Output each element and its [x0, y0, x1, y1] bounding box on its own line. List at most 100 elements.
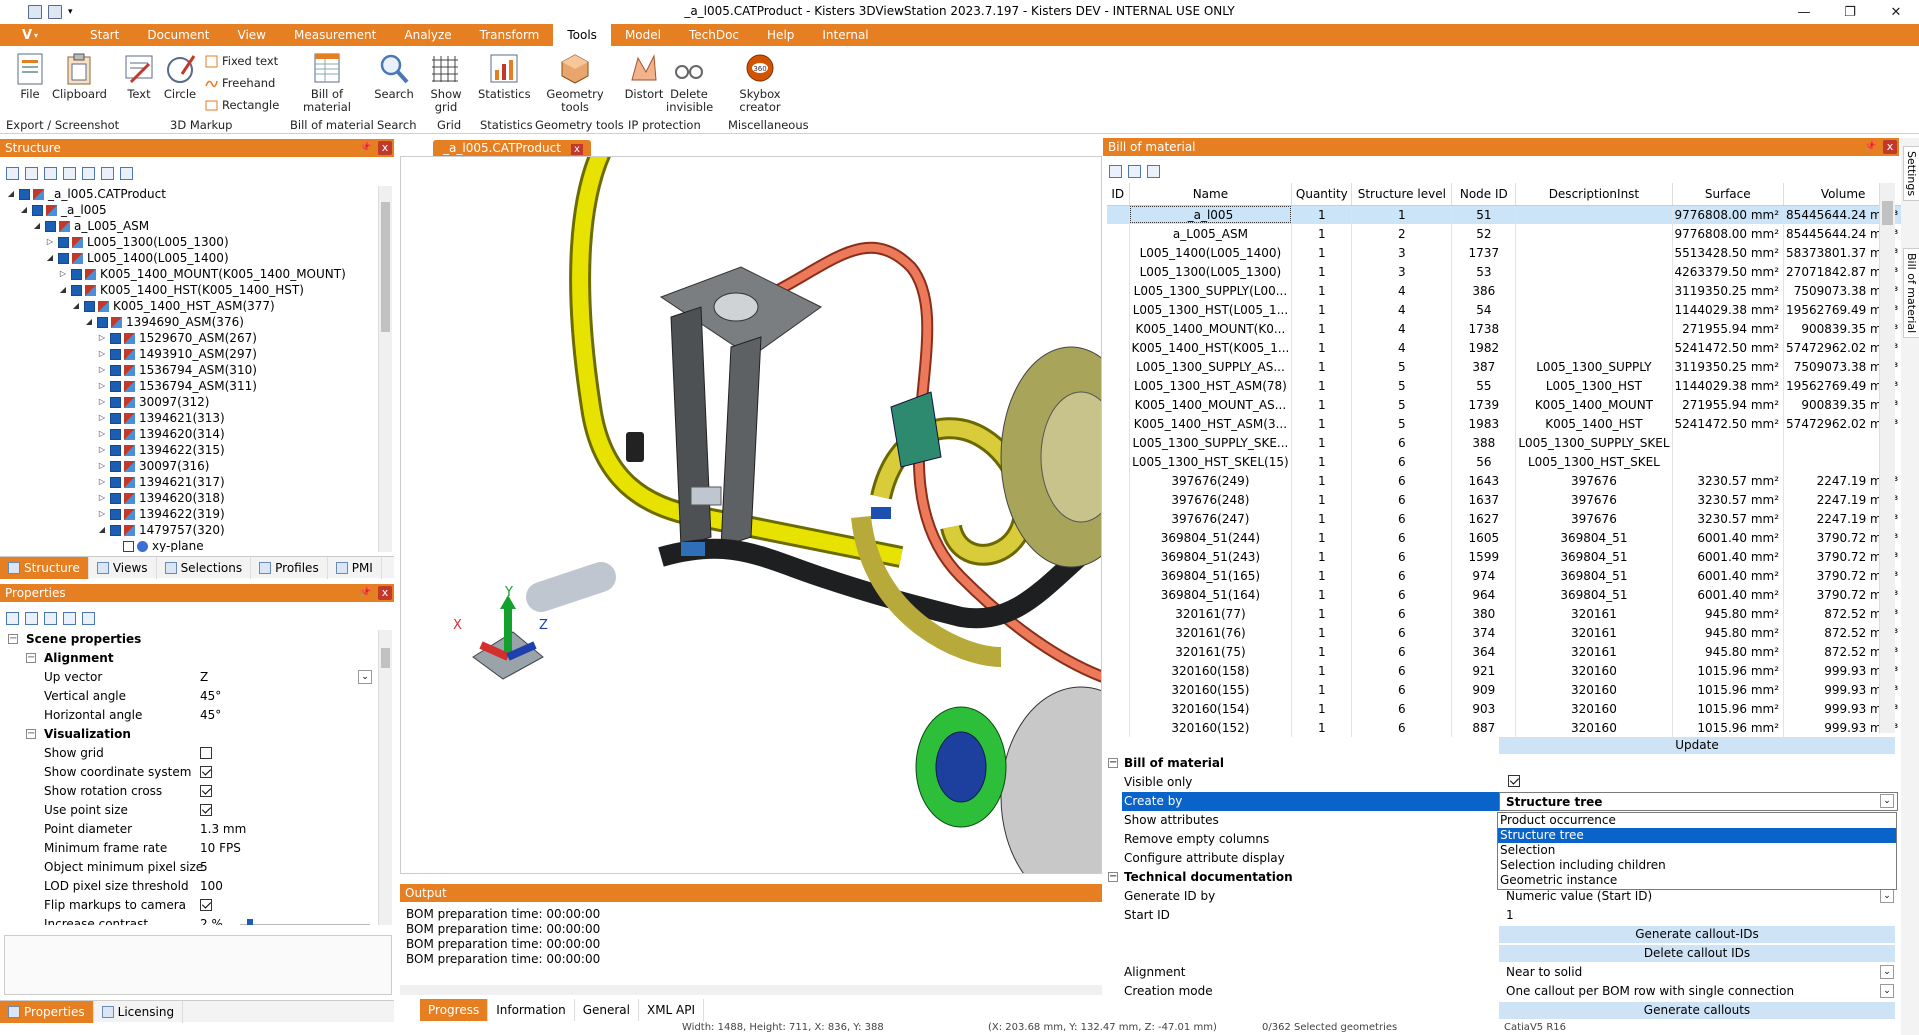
- minimize-button[interactable]: —: [1781, 0, 1827, 24]
- side-tab-settings[interactable]: Settings: [1903, 146, 1919, 202]
- tree-node[interactable]: ▷ 30097(316): [97, 458, 210, 474]
- bom-table-row[interactable]: L005_1300(L005_1300) 1 3 53 4263379.50 mm² 27…: [1107, 262, 1904, 281]
- collapse-section-icon[interactable]: −: [1108, 758, 1118, 768]
- dropdown-option-structure-tree[interactable]: Structure tree: [1498, 828, 1896, 843]
- bom-table-row[interactable]: K005_1400_MOUNT(K0... 1 4 1738 271955.94 mm²…: [1107, 319, 1904, 338]
- refresh-tree-icon[interactable]: [120, 166, 133, 180]
- bom-table-row[interactable]: 397676(249) 1 6 1643 397676 3230.57 mm² 2247.1…: [1107, 471, 1904, 490]
- output-tab-general[interactable]: General: [575, 999, 639, 1021]
- structure-tab-structure[interactable]: Structure: [0, 556, 89, 579]
- tree-node[interactable]: ▷ 1394620(314): [97, 426, 225, 442]
- search-button[interactable]: Search: [374, 52, 414, 101]
- expand-toggle-icon[interactable]: ▷: [97, 506, 107, 522]
- dropdown-option-geometric-instance[interactable]: Geometric instance: [1498, 873, 1896, 888]
- expand-toggle-icon[interactable]: ▷: [97, 378, 107, 394]
- menu-tab-document[interactable]: Document: [133, 24, 223, 46]
- property-checkbox[interactable]: [200, 785, 212, 797]
- output-tab-information[interactable]: Information: [488, 999, 575, 1021]
- collapse-section-icon[interactable]: −: [1108, 872, 1118, 882]
- property-value[interactable]: 45°: [200, 706, 221, 725]
- dropdown-option-selection[interactable]: Selection: [1498, 843, 1896, 858]
- expand-toggle-icon[interactable]: ▷: [97, 394, 107, 410]
- tree-node[interactable]: ▷ 1394622(315): [97, 442, 225, 458]
- visibility-checkbox[interactable]: [110, 444, 121, 456]
- dropdown-option-selection-including-children[interactable]: Selection including children: [1498, 858, 1896, 873]
- bom-table-row[interactable]: 320161(76) 1 6 374 320161 945.80 mm² 872.52 mm…: [1107, 623, 1904, 642]
- visibility-checkbox[interactable]: [71, 284, 82, 296]
- maximize-button[interactable]: ❐: [1827, 0, 1873, 24]
- bill-of-material-button[interactable]: Bill of material: [302, 52, 352, 114]
- visibility-checkbox[interactable]: [110, 428, 121, 440]
- property-checkbox-cell[interactable]: [200, 744, 212, 763]
- structure-tab-views[interactable]: Views: [89, 556, 157, 579]
- pin-icon[interactable]: 📌: [360, 139, 372, 157]
- text-markup-button[interactable]: Text: [122, 52, 156, 101]
- property-checkbox[interactable]: [200, 899, 212, 911]
- tree-node[interactable]: ▷ L005_1300(L005_1300): [45, 234, 229, 250]
- tree-node[interactable]: ▷ 1529670_ASM(267): [97, 330, 257, 346]
- visibility-checkbox[interactable]: [32, 204, 43, 216]
- properties-tab-properties[interactable]: Properties: [0, 1000, 94, 1023]
- tree-node[interactable]: ◢ a_L005_ASM: [32, 218, 149, 234]
- bom-table-row[interactable]: 397676(248) 1 6 1637 397676 3230.57 mm² 2247.1…: [1107, 490, 1904, 509]
- dropdown-arrow-icon[interactable]: ⌄: [1880, 965, 1894, 979]
- bom-table-row[interactable]: K005_1400_MOUNT_AS... 1 5 1739 K005_1400_MOU…: [1107, 395, 1904, 414]
- tree-node[interactable]: ▷ 1394621(317): [97, 474, 225, 490]
- menu-tab-internal[interactable]: Internal: [808, 24, 882, 46]
- skybox-creator-button[interactable]: 360 Skybox creator: [736, 52, 784, 114]
- distort-button[interactable]: Distort: [624, 52, 664, 101]
- expand-toggle-icon[interactable]: ▷: [97, 330, 107, 346]
- collapse-level-icon[interactable]: [63, 166, 76, 180]
- expand-level-icon[interactable]: [44, 166, 57, 180]
- document-tab[interactable]: _a_l005.CATProduct x: [433, 140, 591, 157]
- side-tab-bill-of-material[interactable]: Bill of material: [1903, 248, 1919, 339]
- visibility-checkbox[interactable]: [45, 220, 56, 232]
- expand-toggle-icon[interactable]: ◢: [45, 250, 55, 266]
- property-value[interactable]: 2 %: [200, 915, 223, 925]
- output-tab-progress[interactable]: Progress: [420, 999, 489, 1021]
- copy-properties-icon[interactable]: [44, 611, 57, 625]
- menu-tab-techdoc[interactable]: TechDoc: [675, 24, 753, 46]
- bom-table-row[interactable]: L005_1300_SUPPLY(L00... 1 4 386 3119350.25 m…: [1107, 281, 1904, 300]
- delete-callout-ids-button[interactable]: Delete callout IDs: [1499, 945, 1895, 962]
- structure-tab-profiles[interactable]: Profiles: [251, 556, 328, 579]
- tree-node[interactable]: ◢ _a_l005: [19, 202, 107, 218]
- export-bom-icon[interactable]: [1109, 164, 1122, 178]
- geometry-tools-button[interactable]: Geometry tools: [544, 52, 606, 114]
- output-tab-xml-api[interactable]: XML API: [639, 999, 705, 1021]
- update-bom-button[interactable]: Update: [1499, 737, 1895, 754]
- column-header-surface[interactable]: Surface: [1672, 183, 1785, 206]
- expand-toggle-icon[interactable]: ◢: [19, 202, 29, 218]
- bom-table-row[interactable]: 369804_51(244) 1 6 1605 369804_51 6001.40 mm²…: [1107, 528, 1904, 547]
- expand-toggle-icon[interactable]: ▷: [45, 234, 55, 250]
- bom-table-row[interactable]: 369804_51(243) 1 6 1599 369804_51 6001.40 mm²…: [1107, 547, 1904, 566]
- bom-table-scrollbar[interactable]: [1879, 183, 1895, 733]
- tree-node[interactable]: ◢ _a_l005.CATProduct: [6, 186, 166, 202]
- setting-value[interactable]: 1: [1506, 906, 1514, 925]
- bom-table-row[interactable]: 320161(77) 1 6 380 320161 945.80 mm² 872.52 mm…: [1107, 604, 1904, 623]
- tree-node[interactable]: ▷ 1394621(313): [97, 410, 225, 426]
- save-as-icon[interactable]: [48, 5, 62, 19]
- bom-table-row[interactable]: 320160(152) 1 6 887 320160 1015.96 mm² 999.93 …: [1107, 718, 1904, 737]
- output-hscrollbar[interactable]: [400, 985, 1102, 995]
- visibility-checkbox[interactable]: [110, 476, 121, 488]
- 3d-viewport[interactable]: Y X Z: [400, 156, 1102, 874]
- expand-selection-icon[interactable]: [82, 166, 95, 180]
- sync-selection-icon[interactable]: [101, 166, 114, 180]
- expand-toggle-icon[interactable]: ◢: [58, 282, 68, 298]
- collapse-section-icon[interactable]: −: [8, 634, 18, 644]
- bom-table-row[interactable]: _a_l005 1 1 51 9776808.00 mm² 85445644.24 mm³: [1107, 205, 1904, 224]
- structure-tab-selections[interactable]: Selections: [157, 556, 252, 579]
- column-header-node-id[interactable]: Node ID: [1451, 183, 1517, 206]
- expand-toggle-icon[interactable]: ▷: [97, 458, 107, 474]
- visibility-checkbox[interactable]: [110, 364, 121, 376]
- bom-table-row[interactable]: 320160(154) 1 6 903 320160 1015.96 mm² 999.93 …: [1107, 699, 1904, 718]
- setting-value[interactable]: One callout per BOM row with single conn…: [1506, 982, 1794, 1001]
- bom-table-row[interactable]: 369804_51(164) 1 6 964 369804_51 6001.40 mm² 3…: [1107, 585, 1904, 604]
- bom-table-row[interactable]: K005_1400_HST(K005_1... 1 4 1982 5241472.50 …: [1107, 338, 1904, 357]
- dropdown-arrow-icon[interactable]: ⌄: [1880, 889, 1894, 903]
- tree-node[interactable]: xy-plane: [110, 538, 204, 552]
- structure-tab-pmi[interactable]: PMI: [328, 556, 382, 579]
- visibility-checkbox[interactable]: [110, 460, 121, 472]
- pin-icon[interactable]: 📌: [360, 584, 372, 602]
